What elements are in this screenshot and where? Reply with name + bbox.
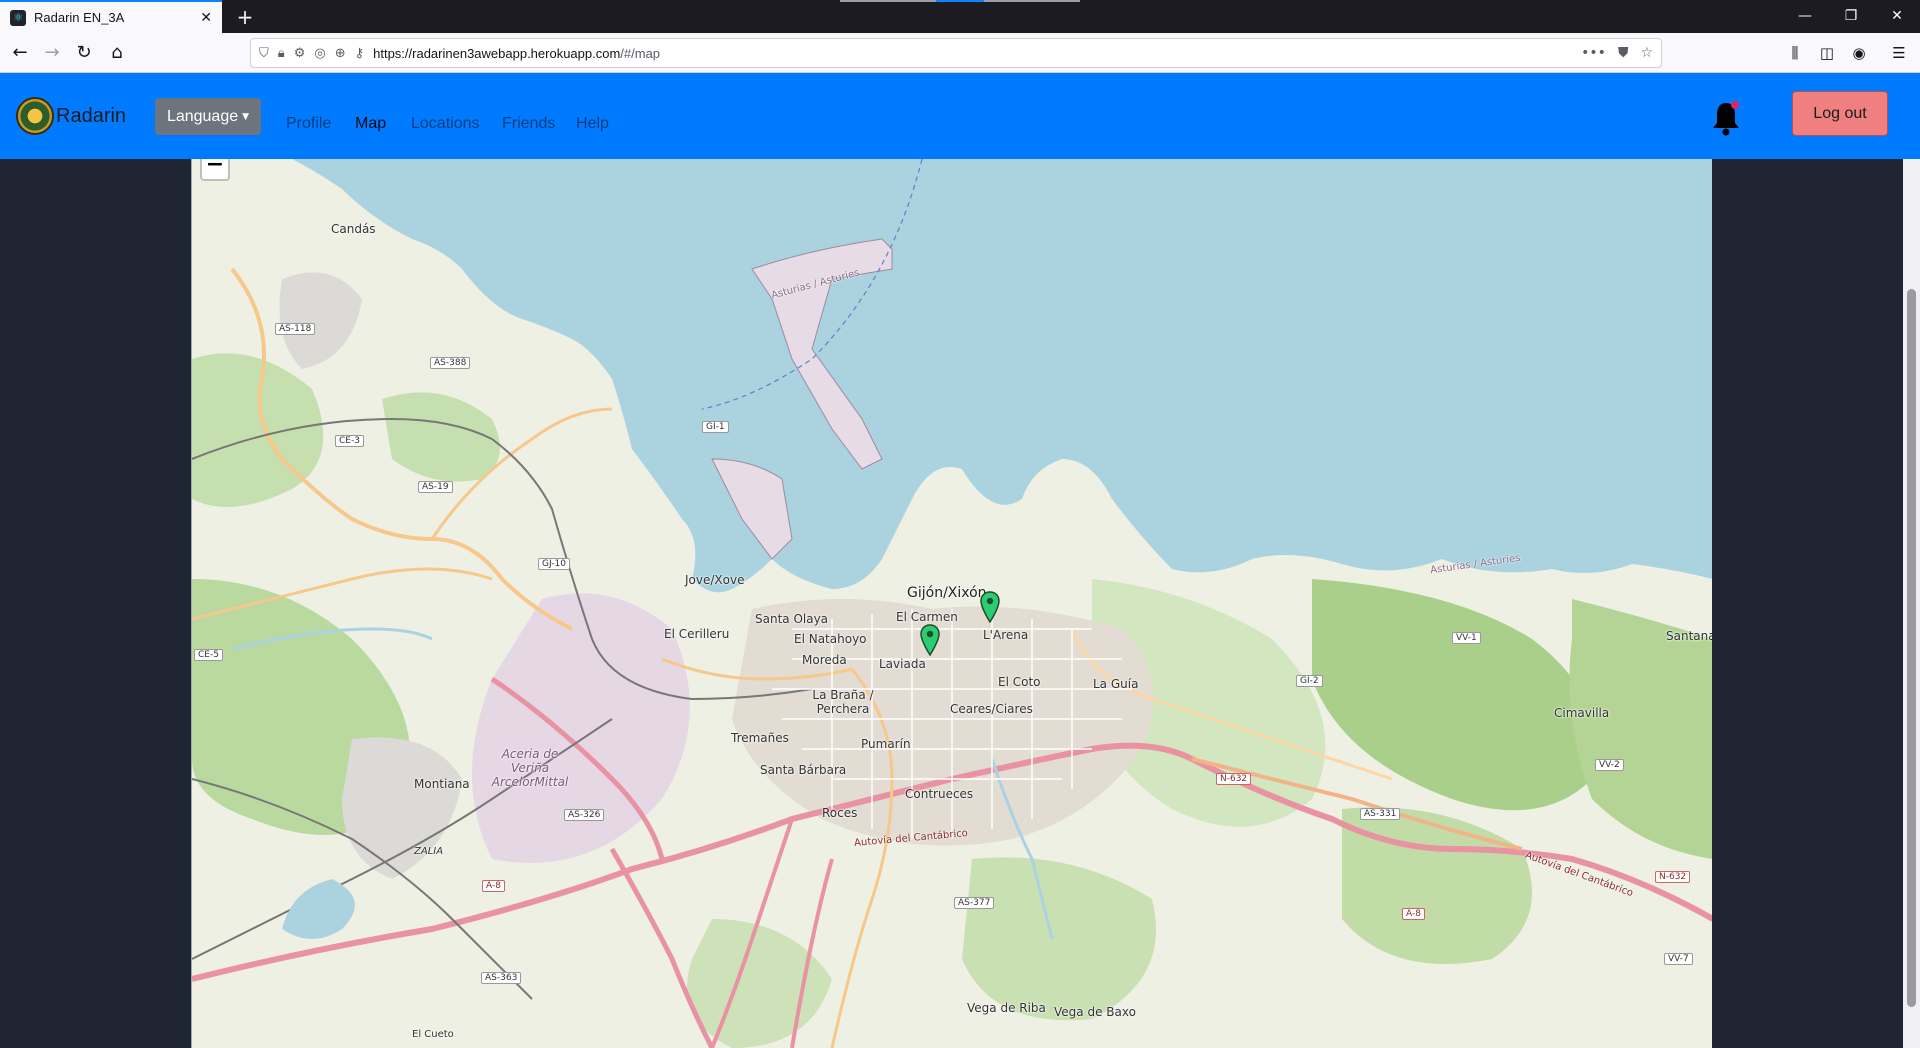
place-label: L'Arena [983,628,1029,642]
logout-button[interactable]: Log out [1792,91,1888,136]
place-label: Tremañes [731,731,789,745]
road-shield: N-632 [1655,871,1691,883]
place-label: Contrueces [905,787,974,801]
page-actions-icon[interactable]: ••• [1581,45,1606,61]
road-shield: CE-3 [335,435,364,447]
place-label: El Cueto [412,1029,454,1040]
scrollbar-thumb[interactable] [1907,289,1916,1007]
place-label: El Carmen [896,610,958,624]
road-shield: AS-118 [275,323,316,335]
place-label: Santana [1666,629,1712,643]
nav-help[interactable]: Help [576,115,609,133]
road-shield: GJ-10 [538,558,571,570]
place-label: Moreda [802,653,847,667]
road-shield: AS-388 [430,357,471,369]
radarin-logo-icon [16,97,54,135]
place-label: Gijón/Xixón [907,585,987,601]
nav-profile[interactable]: Profile [286,115,331,133]
permissions-icon[interactable]: ⚙ [294,46,306,61]
titlebar-indicator [984,0,1080,2]
library-icon[interactable]: ⫼ [1781,39,1809,67]
location-marker-icon[interactable] [920,624,940,656]
road-shield: AS-331 [1360,808,1401,820]
nav-map[interactable]: Map [355,115,386,133]
tab-title: Radarin EN_3A [34,10,125,25]
key-icon[interactable]: ⚷ [355,46,365,61]
place-label: Ceares/Ciares [950,702,1033,716]
place-label: Roces [822,806,858,820]
road-shield: AS-377 [954,897,995,909]
forward-icon[interactable]: → [38,39,66,67]
place-label: Aceria de Veriña ArcelorMittal [491,747,569,789]
road-shield: AS-326 [564,809,605,821]
place-label: ZALIA [414,846,444,857]
restore-icon[interactable]: ❐ [1828,0,1874,33]
close-tab-icon[interactable]: ✕ [200,10,212,26]
address-bar[interactable]: ⛉ 🔒︎ ⚙ ◎ ⊕ ⚷ https://radarinen3awebapp.h… [250,38,1662,68]
close-window-icon[interactable]: ✕ [1874,0,1920,33]
home-icon[interactable]: ⌂ [103,39,131,67]
place-label: Laviada [879,657,926,671]
place-label: Santa Olaya [755,612,829,626]
shield-icon[interactable]: ⛉ [259,46,269,61]
place-label: Santa Bárbara [760,763,847,777]
zoom-out-button[interactable]: − [200,159,230,181]
nav-friends[interactable]: Friends [502,115,555,133]
place-label: La Guía [1093,677,1139,691]
place-label: Cimavilla [1554,706,1610,720]
nav-locations[interactable]: Locations [411,115,480,133]
location-marker-icon[interactable] [980,591,1000,623]
place-label: Vega de Baxo [1054,1005,1136,1019]
road-shield: VV-7 [1664,953,1693,965]
road-shield: A-8 [482,880,505,892]
sidebar-icon[interactable]: ◫ [1813,39,1841,67]
browser-tab[interactable]: ⚛ Radarin EN_3A ✕ [0,0,222,33]
map-tiles[interactable] [192,159,1712,1048]
place-label: Pumarín [861,737,911,751]
tracking-icon[interactable]: ◎ [314,46,325,61]
brand[interactable]: Radarin [16,97,126,135]
place-label: Candás [331,222,376,236]
map-view[interactable]: − Candás Jove/Xove Gijón/Xixón El Carmen… [191,159,1712,1048]
url-text[interactable]: https://radarinen3awebapp.herokuapp.com/… [373,46,1569,61]
react-favicon-icon: ⚛ [10,9,26,26]
place-label: El Cerilleru [664,627,730,641]
place-label: Vega de Riba [967,1001,1046,1015]
caret-down-icon: ▼ [242,111,250,122]
app-navbar: Radarin Language ▼ Profile Map Locations… [0,73,1920,159]
titlebar-indicator [840,0,936,2]
road-shield: N-632 [1216,773,1252,785]
new-tab-button[interactable]: + [232,4,258,30]
place-label: El Natahoyo [794,632,867,646]
lock-icon[interactable]: 🔒︎ [278,46,285,61]
place-label: El Coto [998,675,1041,689]
language-label: Language [166,107,239,125]
road-shield: AS-363 [481,972,522,984]
road-shield: AS-19 [418,481,453,493]
location-permission-icon[interactable]: ⊕ [335,46,346,61]
back-icon[interactable]: ← [6,39,34,67]
road-shield: A-8 [1402,908,1425,920]
bookmark-star-icon[interactable]: ☆ [1640,45,1653,61]
place-label: Jove/Xove [685,573,745,587]
titlebar-indicator-active [936,0,984,2]
road-shield: GI-2 [1296,675,1323,687]
brand-name: Radarin [56,104,127,127]
menu-icon[interactable]: ☰ [1885,39,1913,67]
browser-navigation-bar: ← → ↻ ⌂ ⛉ 🔒︎ ⚙ ◎ ⊕ ⚷ https://radarinen3a… [0,33,1920,73]
notification-bell-icon[interactable] [1711,99,1741,137]
reload-icon[interactable]: ↻ [70,39,98,67]
place-label: Montiana [414,777,470,791]
page-scrollbar[interactable] [1903,159,1920,1048]
pocket-icon[interactable]: ⛊ [1618,45,1629,61]
account-icon[interactable]: ◉ [1845,39,1873,67]
language-dropdown-button[interactable]: Language ▼ [155,98,261,135]
browser-tab-bar: ⚛ Radarin EN_3A ✕ + — ❐ ✕ [0,0,1920,33]
place-label: La Braña / Perchera [812,688,874,716]
road-shield: GI-1 [702,421,729,433]
road-shield: VV-2 [1595,759,1624,771]
road-shield: CE-5 [194,649,223,661]
road-shield: VV-1 [1452,632,1481,644]
minimize-icon[interactable]: — [1782,0,1828,33]
